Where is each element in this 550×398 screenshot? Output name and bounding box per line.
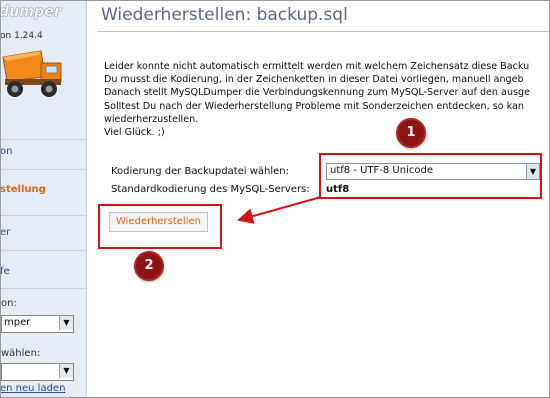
nav-item-3[interactable]: er — [1, 222, 86, 244]
description-line: Solltest Du nach der Wiederherstellung P… — [104, 100, 524, 112]
logo: dumper — [0, 4, 62, 20]
description-line: wiederherzustellen. — [104, 113, 199, 125]
version-label: on 1.24.4 — [0, 31, 43, 41]
nav-divider — [1, 250, 86, 251]
step-badge-1: 1 — [396, 118, 426, 148]
chevron-down-icon[interactable]: ▼ — [59, 364, 73, 378]
nav-divider — [1, 169, 86, 170]
reload-databases-link[interactable]: en neu laden — [1, 383, 65, 394]
nav-item-label: on — [0, 146, 13, 157]
chevron-down-icon[interactable]: ▼ — [59, 316, 73, 330]
connection-label: on: — [1, 298, 17, 309]
nav-divider — [1, 288, 86, 289]
database-label: wählen: — [1, 348, 41, 359]
server-encoding-label: Standardkodierung des MySQL-Servers: — [111, 184, 310, 195]
description-line: Leider konnte nicht automatisch ermittel… — [104, 61, 530, 72]
encoding-label: Kodierung der Backupdatei wählen: — [111, 166, 290, 177]
nav-item-label: fe — [0, 266, 10, 277]
connection-select[interactable]: mper ▼ — [1, 315, 74, 333]
nav-item-4[interactable]: fe — [1, 261, 86, 283]
description-text: Leider konnte nicht automatisch ermittel… — [104, 60, 530, 139]
dumper-truck-logo-icon — [2, 50, 62, 97]
connection-value: mper — [4, 317, 31, 328]
window: dumper on 1.24.4 on stellung er fe on: m… — [0, 0, 550, 398]
nav-item-restore[interactable]: stellung — [1, 179, 86, 201]
description-line: Viel Glück. ;) — [104, 126, 165, 138]
nav-item-label: stellung — [0, 184, 46, 195]
title-divider — [97, 31, 549, 32]
nav-divider — [1, 139, 86, 140]
sidebar: dumper on 1.24.4 on stellung er fe on: m… — [1, 1, 87, 397]
database-select[interactable]: ▼ — [1, 363, 74, 381]
page-title: Wiederherstellen: backup.sql — [101, 5, 348, 25]
highlight-box-encoding — [319, 153, 542, 199]
step-badge-2: 2 — [134, 251, 164, 281]
nav-item-label: er — [0, 227, 11, 238]
nav-divider — [1, 215, 86, 216]
nav-item-1[interactable]: on — [1, 141, 86, 163]
highlight-box-restore — [98, 204, 222, 249]
description-line: Danach stellt MySQLDumper die Verbindung… — [104, 87, 531, 99]
description-line: Du musst die Kodierung, in der Zeichenke… — [104, 74, 524, 86]
